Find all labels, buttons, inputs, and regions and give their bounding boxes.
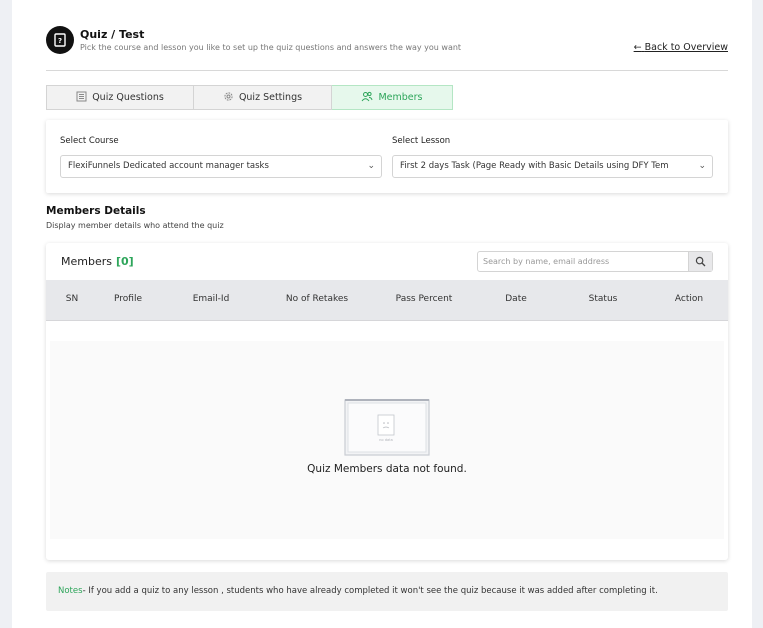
column-header-retakes: No of Retakes (285, 294, 349, 304)
lesson-select[interactable]: First 2 days Task (Page Ready with Basic… (392, 155, 713, 178)
lesson-select-value: First 2 days Task (Page Ready with Basic… (400, 161, 669, 171)
users-icon (361, 91, 373, 105)
tab-label: Quiz Settings (238, 92, 303, 103)
search-box (477, 251, 713, 272)
empty-state: no data Quiz Members data not found. (50, 341, 724, 539)
page-subtitle: Pick the course and lesson you like to s… (80, 43, 462, 52)
notes-label: Notes (58, 586, 83, 596)
course-select-value: FlexiFunnels Dedicated account manager t… (68, 161, 269, 171)
select-course-label: Select Course (60, 136, 119, 146)
column-header-action: Action (674, 294, 704, 304)
back-link-label: Back to Overview (644, 42, 728, 53)
tab-members[interactable]: Members (332, 85, 453, 110)
course-select[interactable]: FlexiFunnels Dedicated account manager t… (60, 155, 382, 178)
search-input[interactable] (478, 252, 688, 271)
tab-quiz-questions[interactable]: Quiz Questions (46, 85, 194, 110)
gear-icon (223, 91, 234, 105)
page-header: ? Quiz / Test Pick the course and lesson… (46, 26, 728, 70)
members-label: Members (61, 255, 112, 268)
arrow-left-icon: ← (633, 42, 642, 53)
tab-label: Quiz Questions (92, 92, 164, 103)
table-header: SN Profile Email-Id No of Retakes Pass P… (46, 280, 728, 321)
quiz-icon: ? (46, 26, 74, 54)
members-details-subtitle: Display member details who attend the qu… (46, 221, 224, 230)
search-button[interactable] (688, 252, 712, 271)
no-data-illustration: no data (344, 399, 432, 461)
column-header-profile: Profile (114, 294, 142, 304)
column-header-email: Email-Id (192, 294, 230, 304)
list-icon (76, 91, 87, 105)
chevron-down-icon: ⌄ (698, 161, 706, 171)
back-to-overview-link[interactable]: ← Back to Overview (634, 42, 728, 53)
tab-bar: Quiz Questions Quiz Settings Members (46, 85, 453, 110)
members-count: [0] (116, 255, 134, 268)
column-header-date: Date (505, 294, 527, 304)
column-header-status: Status (588, 294, 618, 304)
header-divider (46, 70, 728, 71)
tab-label: Members (378, 92, 423, 103)
members-table-card: Members [0] SN Profile Email-Id No of Re… (46, 243, 728, 560)
notes-text: - If you add a quiz to any lesson , stud… (82, 586, 658, 596)
page-title: Quiz / Test (80, 28, 145, 41)
svg-text:?: ? (58, 37, 62, 45)
notes-bar: Notes- If you add a quiz to any lesson ,… (46, 572, 728, 611)
course-lesson-selector: Select Course FlexiFunnels Dedicated acc… (46, 120, 728, 193)
members-details-title: Members Details (46, 205, 146, 217)
chevron-down-icon: ⌄ (367, 161, 375, 171)
column-header-pass-percent: Pass Percent (395, 294, 453, 304)
empty-state-message: Quiz Members data not found. (307, 463, 467, 475)
search-icon (695, 256, 706, 267)
column-header-sn: SN (65, 294, 79, 304)
tab-quiz-settings[interactable]: Quiz Settings (194, 85, 332, 110)
content-card: ? Quiz / Test Pick the course and lesson… (12, 0, 752, 628)
select-lesson-label: Select Lesson (392, 136, 451, 146)
no-data-illustration-text: no data (379, 438, 393, 442)
